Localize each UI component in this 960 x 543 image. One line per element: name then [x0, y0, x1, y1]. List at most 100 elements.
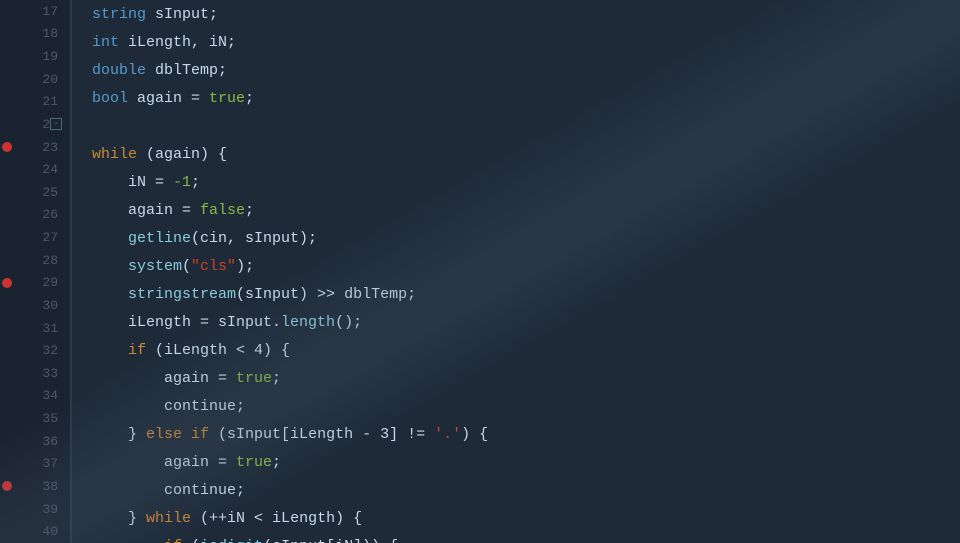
code-line	[92, 112, 960, 140]
token-plain: iLength = sInput.	[128, 314, 281, 331]
token-kw-ctrl: if	[128, 342, 146, 359]
line-number: 39	[0, 498, 70, 521]
token-plain: (sInput) >> dblTemp;	[236, 286, 416, 303]
line-number: 18	[0, 23, 70, 46]
code-line: getline(cin, sInput);	[92, 224, 960, 252]
line-number: 37	[0, 453, 70, 476]
token-plain: (++iN < iLength) {	[191, 510, 362, 527]
line-number: 20	[0, 68, 70, 91]
token-plain: iLength, iN;	[119, 34, 236, 51]
token-fn: length	[281, 314, 335, 331]
code-line: again = true;	[92, 448, 960, 476]
token-plain: continue;	[164, 482, 245, 499]
code-content[interactable]: string sInput;int iLength, iN;double dbl…	[72, 0, 960, 543]
code-line: string sInput;	[92, 0, 960, 28]
code-line: again = false;	[92, 196, 960, 224]
line-number: 27	[0, 226, 70, 249]
token-num: -1	[173, 174, 191, 191]
token-plain: (iLength < 4) {	[146, 342, 290, 359]
token-kw-ctrl: while	[92, 146, 137, 163]
line-number: 36	[0, 430, 70, 453]
code-line: if (isdigit(sInput[iN])) {	[92, 532, 960, 543]
line-number: 23	[0, 136, 70, 159]
token-val: true	[236, 454, 272, 471]
token-plain: }	[128, 426, 146, 443]
code-line: iN = -1;	[92, 168, 960, 196]
code-editor: 171819202122-232425262728293031323334353…	[0, 0, 960, 543]
token-fn: system	[128, 258, 182, 275]
line-number: 22-	[0, 113, 70, 136]
token-type: bool	[92, 90, 128, 107]
line-number: 25	[0, 181, 70, 204]
line-number: 38	[0, 475, 70, 498]
line-number: 21	[0, 91, 70, 114]
code-line: if (iLength < 4) {	[92, 336, 960, 364]
token-plain: (sInput[iLength - 3] !=	[209, 426, 434, 443]
token-plain: (cin, sInput);	[191, 230, 317, 247]
code-line: system("cls");	[92, 252, 960, 280]
line-number: 34	[0, 385, 70, 408]
token-plain: }	[128, 510, 146, 527]
token-plain: ;	[191, 174, 200, 191]
line-number: 29	[0, 272, 70, 295]
line-number: 19	[0, 45, 70, 68]
token-type: double	[92, 62, 146, 79]
token-str: '.'	[434, 426, 461, 443]
line-number: 30	[0, 294, 70, 317]
token-val: true	[236, 370, 272, 387]
token-plain: again =	[128, 202, 200, 219]
token-plain: ;	[272, 370, 281, 387]
token-kw-ctrl: else if	[146, 426, 209, 443]
line-number: 28	[0, 249, 70, 272]
line-number: 24	[0, 158, 70, 181]
code-line: } else if (sInput[iLength - 3] != '.') {	[92, 420, 960, 448]
token-plain: again =	[164, 370, 236, 387]
token-plain: ();	[335, 314, 362, 331]
breakpoint-marker[interactable]	[2, 142, 12, 152]
token-val: true	[209, 90, 245, 107]
token-plain: iN =	[128, 174, 173, 191]
token-plain: dblTemp;	[146, 62, 227, 79]
code-line: stringstream(sInput) >> dblTemp;	[92, 280, 960, 308]
code-line: bool again = true;	[92, 84, 960, 112]
line-number: 32	[0, 339, 70, 362]
token-plain: ;	[272, 454, 281, 471]
fold-indicator[interactable]: -	[50, 118, 62, 130]
token-plain: ;	[245, 90, 254, 107]
token-kw-ctrl: if	[164, 538, 182, 543]
breakpoint-marker[interactable]	[2, 278, 12, 288]
code-line: double dblTemp;	[92, 56, 960, 84]
token-plain: (again) {	[137, 146, 227, 163]
code-line: continue;	[92, 392, 960, 420]
token-plain: (sInput[iN])) {	[263, 538, 398, 543]
line-number: 17	[0, 0, 70, 23]
token-type: string	[92, 6, 146, 23]
token-plain: again =	[128, 90, 209, 107]
line-number-gutter: 171819202122-232425262728293031323334353…	[0, 0, 72, 543]
line-number: 40	[0, 520, 70, 543]
token-plain: again =	[164, 454, 236, 471]
token-plain: ) {	[461, 426, 488, 443]
token-fn: stringstream	[128, 286, 236, 303]
code-line: } while (++iN < iLength) {	[92, 504, 960, 532]
line-number: 35	[0, 407, 70, 430]
code-line: while (again) {	[92, 140, 960, 168]
token-plain: (	[182, 538, 200, 543]
line-number: 31	[0, 317, 70, 340]
token-str: "cls"	[191, 258, 236, 275]
line-number: 26	[0, 204, 70, 227]
code-line: again = true;	[92, 364, 960, 392]
breakpoint-marker[interactable]	[2, 481, 12, 491]
code-line: int iLength, iN;	[92, 28, 960, 56]
token-plain: );	[236, 258, 254, 275]
line-number: 33	[0, 362, 70, 385]
token-type: int	[92, 34, 119, 51]
token-kw-ctrl: while	[146, 510, 191, 527]
token-fn: getline	[128, 230, 191, 247]
token-plain: ;	[245, 202, 254, 219]
token-plain: sInput;	[146, 6, 218, 23]
code-line: iLength = sInput.length();	[92, 308, 960, 336]
token-val: false	[200, 202, 245, 219]
token-plain: continue;	[164, 398, 245, 415]
token-plain: (	[182, 258, 191, 275]
